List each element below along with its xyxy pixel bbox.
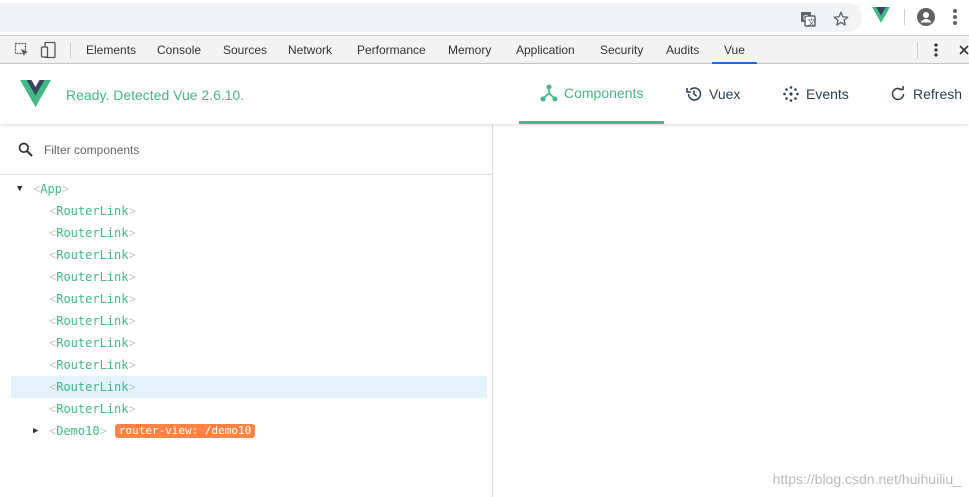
tree-row[interactable]: <RouterLink> [11,244,487,266]
component-name: App [40,182,62,196]
tab-vuex[interactable]: Vuex [685,64,740,124]
component-name: RouterLink [56,226,129,240]
tree-row[interactable]: <RouterLink> [11,222,487,244]
tab-elements[interactable]: Elements [86,36,136,64]
tab-vuex-label: Vuex [709,86,741,102]
expand-arrow-down-icon[interactable]: ▼ [17,178,27,200]
component-name: RouterLink [56,336,129,350]
star-icon[interactable] [831,9,851,29]
tab-performance[interactable]: Performance [357,36,426,64]
events-icon [782,85,800,103]
tab-sources[interactable]: Sources [223,36,267,64]
tree-row[interactable]: <RouterLink> [11,288,487,310]
account-icon[interactable] [916,7,936,32]
translate-icon[interactable]: 文G [798,9,818,29]
component-name: RouterLink [56,270,129,284]
devtools-tab-bar: Elements Console Sources Network Perform… [0,35,969,64]
tab-application[interactable]: Application [516,36,575,64]
tree-row[interactable]: <RouterLink> [11,332,487,354]
tree-row-app[interactable]: ▼ <App> [11,178,487,200]
tab-events-label: Events [806,86,849,102]
close-icon[interactable] [958,43,969,61]
tree-row[interactable]: <RouterLink> [11,310,487,332]
tab-components-label: Components [564,84,644,101]
tab-console[interactable]: Console [157,36,201,64]
device-toggle-icon[interactable] [40,41,58,64]
tree-row-demo10[interactable]: ▶ <Demo10> router-view: /demo10 [11,420,487,442]
component-name: Demo10 [56,424,100,438]
refresh-label: Refresh [913,86,963,102]
vue-devtools-header: Ready. Detected Vue 2.6.10. Components V… [0,64,969,124]
component-name: RouterLink [56,314,129,328]
toolbar-separator [904,9,905,25]
vue-logo [20,80,51,112]
router-view-badge: router-view: /demo10 [114,423,256,438]
address-bar[interactable]: 文G [0,3,862,32]
tree-row[interactable]: <RouterLink> [11,354,487,376]
watermark: https://blog.csdn.net/huihuiliu_ [772,471,961,487]
components-pane: ▼ <App> <RouterLink> <RouterLink> <Route… [0,124,493,497]
tab-security[interactable]: Security [600,36,643,64]
devtools-menu-icon[interactable] [933,42,939,63]
tree-row-selected[interactable]: <RouterLink> [11,376,487,398]
tab-vue[interactable]: Vue [712,36,757,64]
browser-toolbar: 文G [0,0,969,35]
status-text: Ready. Detected Vue 2.6.10. [66,87,245,103]
svg-text:文: 文 [808,17,816,27]
tab-components[interactable]: Components [519,64,664,124]
inspect-icon[interactable] [14,42,30,63]
more-vert-icon[interactable] [952,8,958,31]
vue-extension-icon[interactable] [872,7,890,28]
tree-row[interactable]: <RouterLink> [11,266,487,288]
inspector-pane [494,124,969,497]
filter-bar [0,124,492,175]
tree-row[interactable]: <RouterLink> [11,398,487,420]
components-icon [540,84,558,102]
tab-separator [917,42,918,58]
component-name: RouterLink [56,402,129,416]
tab-network[interactable]: Network [288,36,332,64]
filter-components-input[interactable] [44,140,474,160]
refresh-button[interactable]: Refresh [889,64,962,124]
tab-memory[interactable]: Memory [448,36,491,64]
search-icon [18,142,33,162]
tab-audits[interactable]: Audits [666,36,699,64]
component-name: RouterLink [56,380,129,394]
refresh-icon [889,85,907,103]
svg-text:G: G [803,14,808,22]
component-name: RouterLink [56,358,129,372]
tab-separator [70,42,71,58]
component-name: RouterLink [56,248,129,262]
tab-events[interactable]: Events [782,64,849,124]
component-name: RouterLink [56,204,129,218]
history-icon [685,85,703,103]
component-name: RouterLink [56,292,129,306]
tree-row[interactable]: <RouterLink> [11,200,487,222]
expand-arrow-right-icon[interactable]: ▶ [33,420,43,442]
